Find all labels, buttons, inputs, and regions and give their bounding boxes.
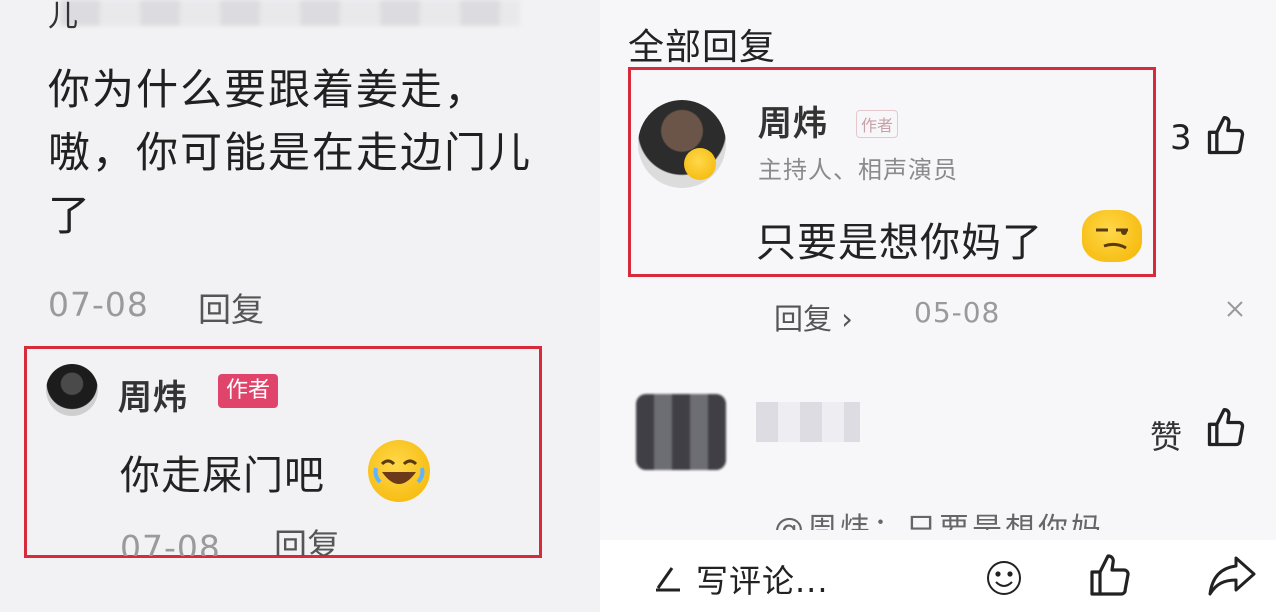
reply-label: 回复 — [774, 302, 833, 336]
reply-button[interactable]: 回复 — [198, 283, 264, 331]
comment-date: 05-08 — [914, 296, 1001, 329]
author-title: 主持人、相声演员 — [758, 156, 958, 184]
pencil-icon — [650, 560, 684, 594]
close-icon[interactable] — [1224, 298, 1246, 320]
thumbs-up-icon[interactable] — [1086, 552, 1134, 600]
comment-line: 你为什么要跟着姜走， — [48, 65, 489, 114]
comment-date: 07-08 — [48, 285, 149, 324]
author-badge: 作者 — [856, 110, 899, 138]
blurred-username — [60, 0, 520, 26]
author-name[interactable]: 周炜 — [118, 370, 188, 419]
thumbs-up-icon[interactable] — [1204, 406, 1248, 450]
author-avatar[interactable] — [638, 100, 726, 188]
write-comment-input[interactable]: 写评论... — [696, 556, 829, 602]
reply-button[interactable]: 回复 › — [774, 296, 853, 338]
author-avatar[interactable] — [46, 364, 98, 416]
author-badge: 作者 — [218, 374, 279, 408]
parent-comment: 你为什么要跟着姜走， 嗷，你可能是在走边门儿 了 — [48, 58, 608, 247]
pixelated-avatar[interactable] — [636, 394, 726, 470]
smile-icon[interactable] — [984, 558, 1024, 598]
author-name[interactable]: 周炜 — [758, 96, 828, 145]
reply-button[interactable]: 回复 — [274, 524, 340, 556]
pixelated-username — [756, 402, 860, 442]
comment-line: 嗷，你可能是在走边门儿 — [48, 128, 533, 177]
laughing-emoji-icon — [368, 440, 430, 502]
comment-text: 只要是想你妈了 — [756, 220, 1043, 266]
chevron-right-icon: › — [841, 302, 853, 336]
thumbs-up-icon[interactable] — [1204, 114, 1248, 158]
cut-off-text: 儿 — [48, 0, 78, 34]
smirk-emoji-icon — [1082, 210, 1142, 262]
share-icon[interactable] — [1206, 552, 1258, 600]
like-label: 赞 — [1150, 418, 1183, 456]
quoted-reply-preview: @周炜：只要是想你妈 — [774, 512, 1104, 530]
all-replies-header: 全部回复 — [628, 27, 777, 68]
like-count: 3 — [1170, 118, 1192, 158]
reply-text: 你走屎门吧 — [120, 453, 325, 499]
thumbs-up-emoji-icon — [684, 148, 716, 180]
comment-line: 了 — [48, 191, 93, 240]
reply-date: 07-08 — [120, 528, 221, 556]
